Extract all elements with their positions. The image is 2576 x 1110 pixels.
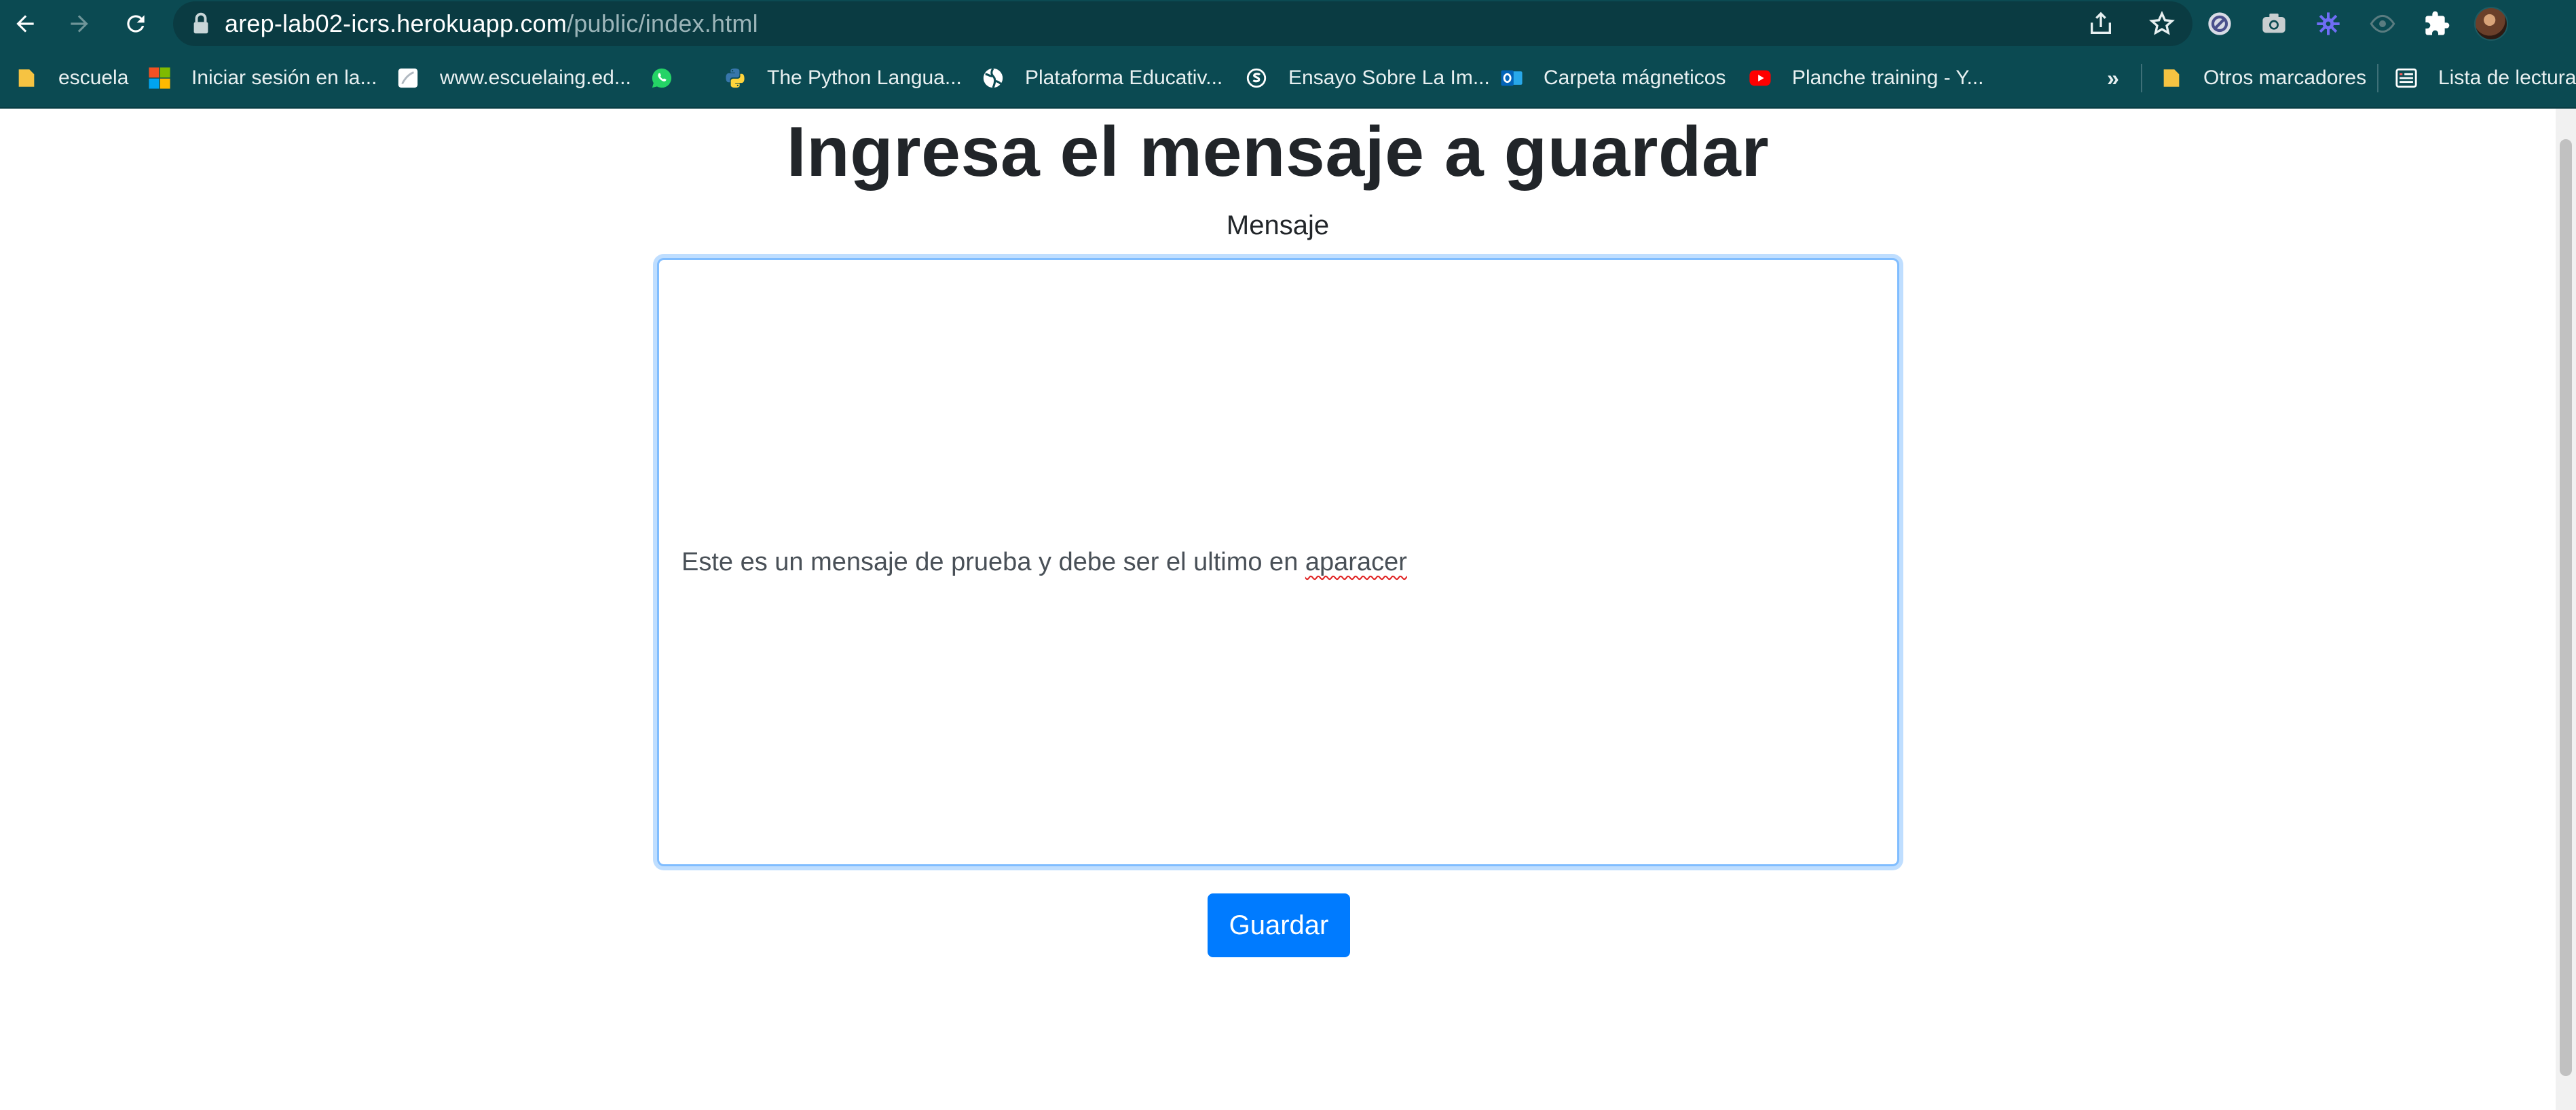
- bookmark-label: www.escuelaing.ed...: [440, 67, 631, 89]
- share-icon: [2091, 12, 2111, 34]
- folder-icon: [2160, 67, 2183, 90]
- bookmark-label: Carpeta mágneticos: [1544, 67, 1726, 89]
- bookmark-label: Iniciar sesión en la...: [191, 67, 377, 89]
- bookmark-label: Plataforma Educativ...: [1025, 67, 1223, 89]
- forward-arrow-icon: [71, 15, 88, 33]
- bookmarks-bar: escuela Iniciar sesión en la... www.escu…: [0, 48, 2576, 109]
- whatsapp-icon: [650, 67, 673, 90]
- lock-icon: [193, 12, 208, 34]
- puzzle-icon: [2425, 11, 2450, 35]
- eye-extension-icon: [2370, 14, 2395, 33]
- page-icon: [396, 67, 419, 90]
- camera-extension-icon: [2262, 14, 2285, 33]
- reading-list-button[interactable]: Lista de lectura: [2395, 48, 2576, 109]
- share-button[interactable]: [2070, 1, 2131, 46]
- bookmark-carpeta[interactable]: Carpeta mágneticos: [1500, 48, 1725, 109]
- bookmark-whatsapp[interactable]: [650, 48, 673, 109]
- outlook-icon: [1500, 67, 1523, 90]
- bookmark-ensayo[interactable]: Ensayo Sobre La Im...: [1245, 48, 1490, 109]
- message-text: Este es un mensaje de prueba y debe ser …: [682, 548, 1407, 577]
- message-label: Mensaje: [1226, 210, 1330, 240]
- bookmark-iniciar-sesion[interactable]: Iniciar sesión en la...: [148, 48, 377, 109]
- folder-icon: [15, 67, 38, 90]
- page-content: Ingresa el mensaje a guardar Mensaje Est…: [0, 109, 2556, 1110]
- youtube-icon: [1749, 67, 1772, 90]
- bookmark-star-button[interactable]: [2131, 1, 2192, 46]
- star-icon: [2148, 10, 2176, 35]
- bookmark-label: Planche training - Y...: [1792, 67, 1984, 89]
- message-textarea[interactable]: Este es un mensaje de prueba y debe ser …: [657, 258, 1899, 866]
- blocker-extension-icon: [2208, 12, 2231, 35]
- avatar: [2474, 7, 2508, 41]
- bookmark-label: The Python Langua...: [767, 67, 962, 89]
- gear-extension-icon: [2317, 12, 2340, 35]
- save-button[interactable]: Guardar: [1208, 893, 1350, 957]
- blocker-extension[interactable]: [2192, 0, 2247, 48]
- bookmark-python[interactable]: The Python Langua...: [724, 48, 962, 109]
- browser-toolbar: arep-lab02-icrs.herokuapp.com/public/ind…: [0, 0, 2576, 48]
- globe-icon: [982, 67, 1005, 90]
- bookmark-label: Otros marcadores: [2203, 67, 2367, 89]
- forward-button[interactable]: [56, 0, 103, 48]
- reload-icon: [127, 15, 145, 33]
- camera-extension[interactable]: [2247, 0, 2301, 48]
- back-button[interactable]: [1, 0, 49, 48]
- bookmark-label: escuela: [58, 67, 129, 89]
- url-path: /public/index.html: [567, 10, 758, 37]
- scrollbar-thumb[interactable]: [2560, 139, 2572, 1076]
- eye-extension[interactable]: [2355, 0, 2410, 48]
- bookmark-otros-marcadores[interactable]: Otros marcadores: [2160, 48, 2366, 109]
- python-icon: [724, 67, 747, 90]
- page-title: Ingresa el mensaje a guardar: [786, 113, 1770, 191]
- url-host: arep-lab02-icrs.herokuapp.com: [225, 10, 567, 37]
- bookmark-label: Ensayo Sobre La Im...: [1288, 67, 1490, 89]
- bookmark-planche[interactable]: Planche training - Y...: [1749, 48, 1983, 109]
- bookmarks-overflow-button[interactable]: »: [2107, 48, 2119, 109]
- bookmark-plataforma[interactable]: Plataforma Educativ...: [982, 48, 1222, 109]
- bookmark-label: Lista de lectura: [2438, 67, 2576, 89]
- gear-extension[interactable]: [2301, 0, 2355, 48]
- reload-button[interactable]: [112, 0, 160, 48]
- bookmark-escuela[interactable]: escuela: [15, 48, 128, 109]
- page-scrollbar[interactable]: [2556, 109, 2576, 1110]
- reading-list-icon: [2395, 67, 2418, 90]
- bookmarks-divider: [2141, 64, 2142, 92]
- extensions-button[interactable]: [2410, 0, 2464, 48]
- back-arrow-icon: [16, 15, 34, 33]
- microsoft-icon: [148, 67, 171, 90]
- bookmarks-divider: [2377, 64, 2378, 92]
- bookmark-escuelaing[interactable]: www.escuelaing.ed...: [396, 48, 631, 109]
- misspelled-word: aparacer: [1305, 547, 1407, 576]
- s-logo-icon: [1245, 67, 1268, 90]
- url-text: arep-lab02-icrs.herokuapp.com/public/ind…: [225, 10, 758, 38]
- profile-button[interactable]: [2464, 0, 2518, 48]
- message-text-main: Este es un mensaje de prueba y debe ser …: [682, 547, 1305, 576]
- address-bar[interactable]: arep-lab02-icrs.herokuapp.com/public/ind…: [173, 1, 2192, 46]
